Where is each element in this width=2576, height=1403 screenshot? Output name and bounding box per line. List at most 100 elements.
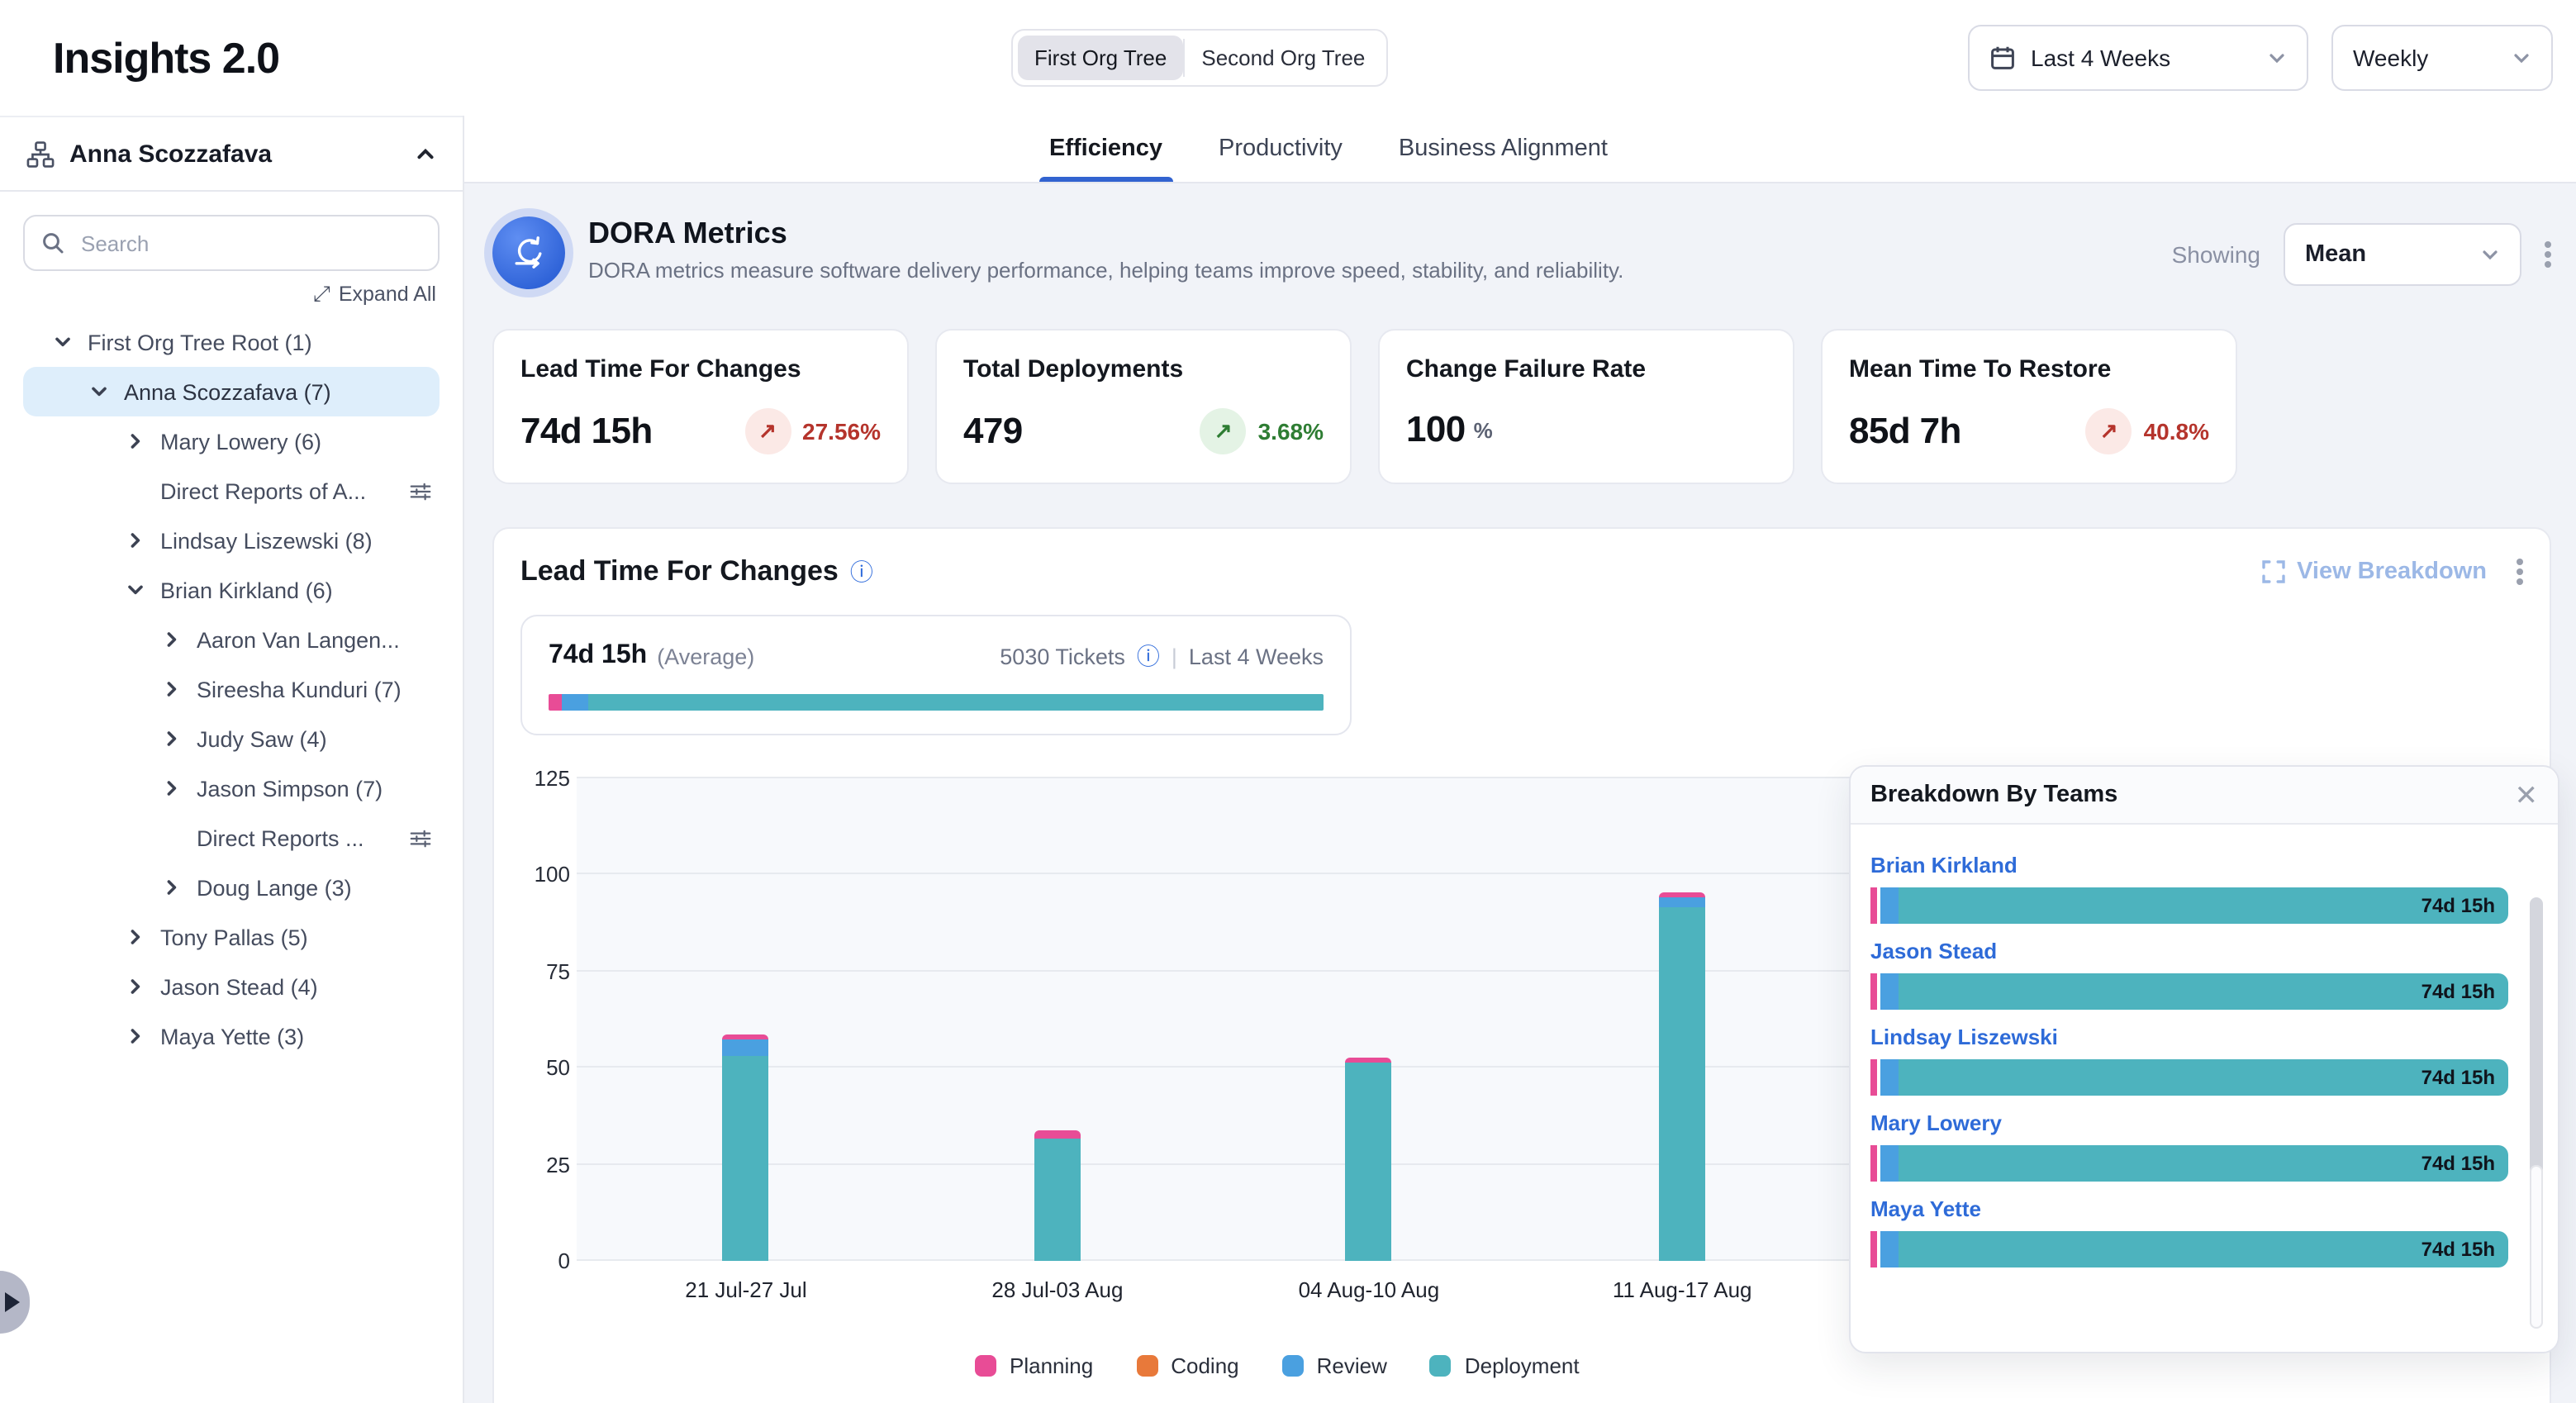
breakdown-row-maya-yette: Maya Yette 74d 15h (1870, 1196, 2508, 1267)
filter-sliders-icon[interactable] (408, 478, 433, 503)
lead-time-kebab-menu[interactable] (2517, 559, 2523, 585)
team-stacked-bar[interactable]: 74d 15h (1870, 887, 2508, 924)
chevron-right-icon[interactable] (122, 1026, 149, 1046)
bar-segment-review (1880, 1145, 1899, 1182)
chevron-down-icon[interactable] (50, 332, 76, 352)
dora-kebab-menu[interactable] (2545, 241, 2551, 268)
metric-value: 100 (1406, 408, 1466, 451)
tree-item-label: Jason Simpson (7) (197, 776, 383, 801)
team-stacked-bar[interactable]: 74d 15h (1870, 1231, 2508, 1267)
tree-item-doug-lange-3[interactable]: Doug Lange (3) (0, 863, 463, 912)
tree-item-direct-reports-of-a[interactable]: Direct Reports of A... (0, 466, 463, 516)
chevron-down-icon[interactable] (86, 382, 112, 402)
legend-item-planning[interactable]: Planning (975, 1353, 1093, 1378)
bar-segment-deployment (723, 1056, 769, 1261)
tree-item-brian-kirkland-6[interactable]: Brian Kirkland (6) (0, 565, 463, 615)
showing-select[interactable]: Mean (2284, 223, 2521, 286)
showing-value: Mean (2305, 241, 2366, 268)
expand-all-button[interactable]: ⤢ Expand All (0, 281, 436, 307)
team-link[interactable]: Brian Kirkland (1870, 853, 2508, 877)
y-tick-label: 25 (546, 1152, 570, 1177)
tree-item-first-org-tree-root-1[interactable]: First Org Tree Root (1) (0, 317, 463, 367)
legend-label: Deployment (1465, 1353, 1580, 1378)
tree-item-jason-simpson-7[interactable]: Jason Simpson (7) (0, 763, 463, 813)
team-stacked-bar[interactable]: 74d 15h (1870, 973, 2508, 1010)
team-link[interactable]: Mary Lowery (1870, 1111, 2508, 1135)
chevron-down-icon[interactable] (122, 580, 149, 600)
org-tree-toggle-second[interactable]: Second Org Tree (1185, 36, 1381, 80)
sidebar-collapse-handle[interactable] (0, 1271, 30, 1334)
filter-sliders-icon[interactable] (408, 825, 433, 850)
bar-segment-deployment (1034, 1139, 1081, 1261)
tree-item-lindsay-liszewski-8[interactable]: Lindsay Liszewski (8) (0, 516, 463, 565)
tree-item-mary-lowery-6[interactable]: Mary Lowery (6) (0, 416, 463, 466)
tree-item-label: Sireesha Kunduri (7) (197, 677, 402, 702)
chevron-up-icon[interactable] (415, 143, 436, 164)
dora-subtitle: DORA metrics measure software delivery p… (588, 258, 1623, 283)
chevron-right-icon[interactable] (159, 729, 185, 749)
info-icon[interactable]: ⓘ (1137, 640, 1160, 673)
team-stacked-bar[interactable]: 74d 15h (1870, 1059, 2508, 1096)
y-tick-label: 125 (535, 766, 570, 791)
tree-item-jason-stead-4[interactable]: Jason Stead (4) (0, 962, 463, 1011)
org-tree-toggle-first[interactable]: First Org Tree (1018, 36, 1183, 80)
chevron-right-icon[interactable] (122, 431, 149, 451)
legend-item-review[interactable]: Review (1282, 1353, 1387, 1378)
lead-time-header: Lead Time For Changes ⓘ View Breakdown (520, 555, 2523, 588)
info-icon[interactable]: ⓘ (850, 555, 873, 588)
search-input[interactable] (78, 229, 421, 257)
chevron-right-icon[interactable] (159, 877, 185, 897)
stacked-bar-11-aug-17-aug[interactable] (1659, 892, 1705, 1261)
breakdown-row-jason-stead: Jason Stead 74d 15h (1870, 939, 2508, 1010)
date-range-select[interactable]: Last 4 Weeks (1968, 25, 2308, 91)
tree-item-anna-scozzafava-7[interactable]: Anna Scozzafava (7) (23, 367, 440, 416)
expand-all-label: Expand All (339, 283, 436, 306)
metric-title: Mean Time To Restore (1849, 355, 2209, 383)
tree-item-judy-saw-4[interactable]: Judy Saw (4) (0, 714, 463, 763)
chevron-right-icon[interactable] (122, 977, 149, 996)
chevron-right-icon[interactable] (122, 530, 149, 550)
tree-item-aaron-van-langen[interactable]: Aaron Van Langen... (0, 615, 463, 664)
tab-business-alignment[interactable]: Business Alignment (1399, 116, 1608, 182)
tree-item-label: Maya Yette (3) (160, 1024, 304, 1049)
scrollbar-track[interactable] (2530, 897, 2543, 1329)
app-title: Insights 2.0 (53, 32, 279, 83)
metric-unit: % (1474, 417, 1493, 442)
y-tick-label: 100 (535, 863, 570, 887)
legend-item-deployment[interactable]: Deployment (1430, 1353, 1580, 1378)
trend-up-icon: ↗ (1214, 418, 1233, 445)
tree-item-maya-yette-3[interactable]: Maya Yette (3) (0, 1011, 463, 1061)
tree-item-tony-pallas-5[interactable]: Tony Pallas (5) (0, 912, 463, 962)
chevron-right-icon[interactable] (122, 927, 149, 947)
team-link[interactable]: Jason Stead (1870, 939, 2508, 963)
view-breakdown-button[interactable]: View Breakdown (2262, 559, 2487, 585)
sidebar-header[interactable]: Anna Scozzafava (0, 116, 463, 192)
legend-item-coding[interactable]: Coding (1136, 1353, 1238, 1378)
stacked-bar-28-jul-03-aug[interactable] (1034, 1130, 1081, 1261)
chevron-right-icon[interactable] (159, 778, 185, 798)
stacked-bar-21-jul-27-jul[interactable] (723, 1035, 769, 1261)
tree-item-sireesha-kunduri-7[interactable]: Sireesha Kunduri (7) (0, 664, 463, 714)
granularity-select[interactable]: Weekly (2331, 25, 2553, 91)
org-sidebar: Anna Scozzafava ⤢ Expand All First Org T… (0, 116, 464, 1403)
x-tick-label: 11 Aug-17 Aug (1613, 1277, 1752, 1302)
tab-productivity[interactable]: Productivity (1219, 116, 1343, 182)
tab-efficiency[interactable]: Efficiency (1049, 116, 1162, 182)
close-icon[interactable]: ✕ (2515, 781, 2539, 809)
chevron-right-icon[interactable] (159, 630, 185, 649)
org-tree-toggle: First Org Tree Second Org Tree (1011, 29, 1388, 87)
tree-item-label: Lindsay Liszewski (8) (160, 528, 373, 553)
tree-item-label: Judy Saw (4) (197, 726, 327, 751)
stacked-bar-04-aug-10-aug[interactable] (1346, 1058, 1392, 1261)
divider: | (1172, 644, 1177, 668)
chevron-down-icon (2267, 48, 2287, 68)
tree-item-direct-reports[interactable]: Direct Reports ... (0, 813, 463, 863)
team-stacked-bar[interactable]: 74d 15h (1870, 1145, 2508, 1182)
scrollbar-thumb[interactable] (2530, 1165, 2543, 1329)
bar-segment-review (1880, 1231, 1899, 1267)
team-link[interactable]: Maya Yette (1870, 1196, 2508, 1221)
metric-cards-row: Lead Time For Changes74d 15h↗27.56%Total… (492, 329, 2551, 484)
team-link[interactable]: Lindsay Liszewski (1870, 1025, 2508, 1049)
bar-segment-deployment: 74d 15h (1899, 1059, 2508, 1096)
chevron-right-icon[interactable] (159, 679, 185, 699)
